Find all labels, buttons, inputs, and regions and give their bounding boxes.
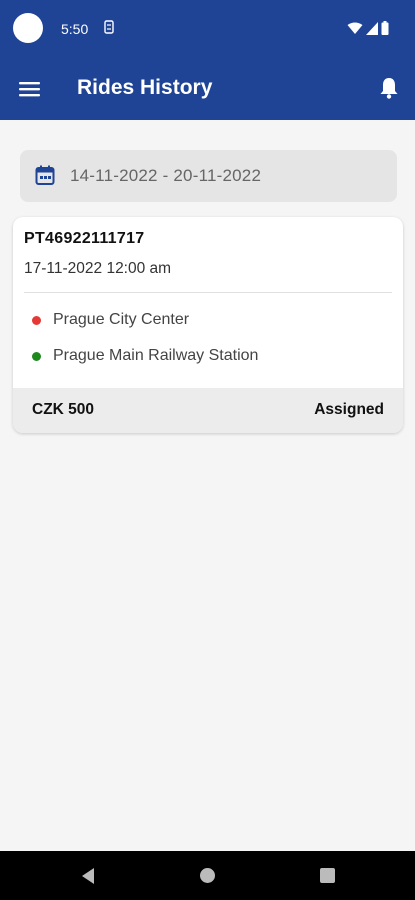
ride-status: Assigned — [314, 401, 384, 418]
status-bar: 5:50 — [0, 0, 415, 58]
status-indicators — [347, 21, 389, 35]
page-title: Rides History — [77, 76, 213, 99]
date-range-text: 14-11-2022 - 20-11-2022 — [70, 166, 262, 185]
card-divider — [24, 292, 392, 293]
back-icon[interactable] — [80, 867, 96, 885]
ride-card[interactable]: PT46922111717 17-11-2022 12:00 am Prague… — [13, 217, 403, 433]
pickup-location: Prague City Center — [32, 311, 189, 329]
battery-icon — [381, 21, 389, 35]
rides-history-screen: 5:50 Rides History 14-11-2022 - 20-11-20… — [0, 0, 415, 900]
calendar-icon — [35, 165, 55, 185]
card-footer: CZK 500 Assigned — [13, 388, 403, 433]
dropoff-dot-icon — [32, 351, 41, 361]
system-nav-bar — [0, 851, 415, 900]
pickup-dot-icon — [32, 315, 41, 325]
date-range-filter[interactable]: 14-11-2022 - 20-11-2022 — [20, 150, 397, 202]
sim-icon — [104, 20, 114, 34]
ride-datetime: 17-11-2022 12:00 am — [24, 260, 172, 277]
bell-icon[interactable] — [378, 76, 400, 100]
recents-icon[interactable] — [320, 868, 335, 883]
ride-fare: CZK 500 — [32, 401, 95, 418]
pickup-label: Prague City Center — [53, 311, 190, 328]
app-bar: Rides History — [0, 58, 415, 120]
status-time: 5:50 — [61, 21, 89, 37]
dropoff-label: Prague Main Railway Station — [53, 347, 259, 364]
dropoff-location: Prague Main Railway Station — [32, 347, 258, 365]
home-icon[interactable] — [200, 868, 215, 883]
wifi-icon — [347, 22, 363, 34]
status-avatar-icon — [13, 13, 43, 43]
hamburger-icon[interactable] — [18, 78, 42, 100]
ride-id: PT46922111717 — [24, 230, 145, 247]
signal-icon — [366, 21, 378, 35]
